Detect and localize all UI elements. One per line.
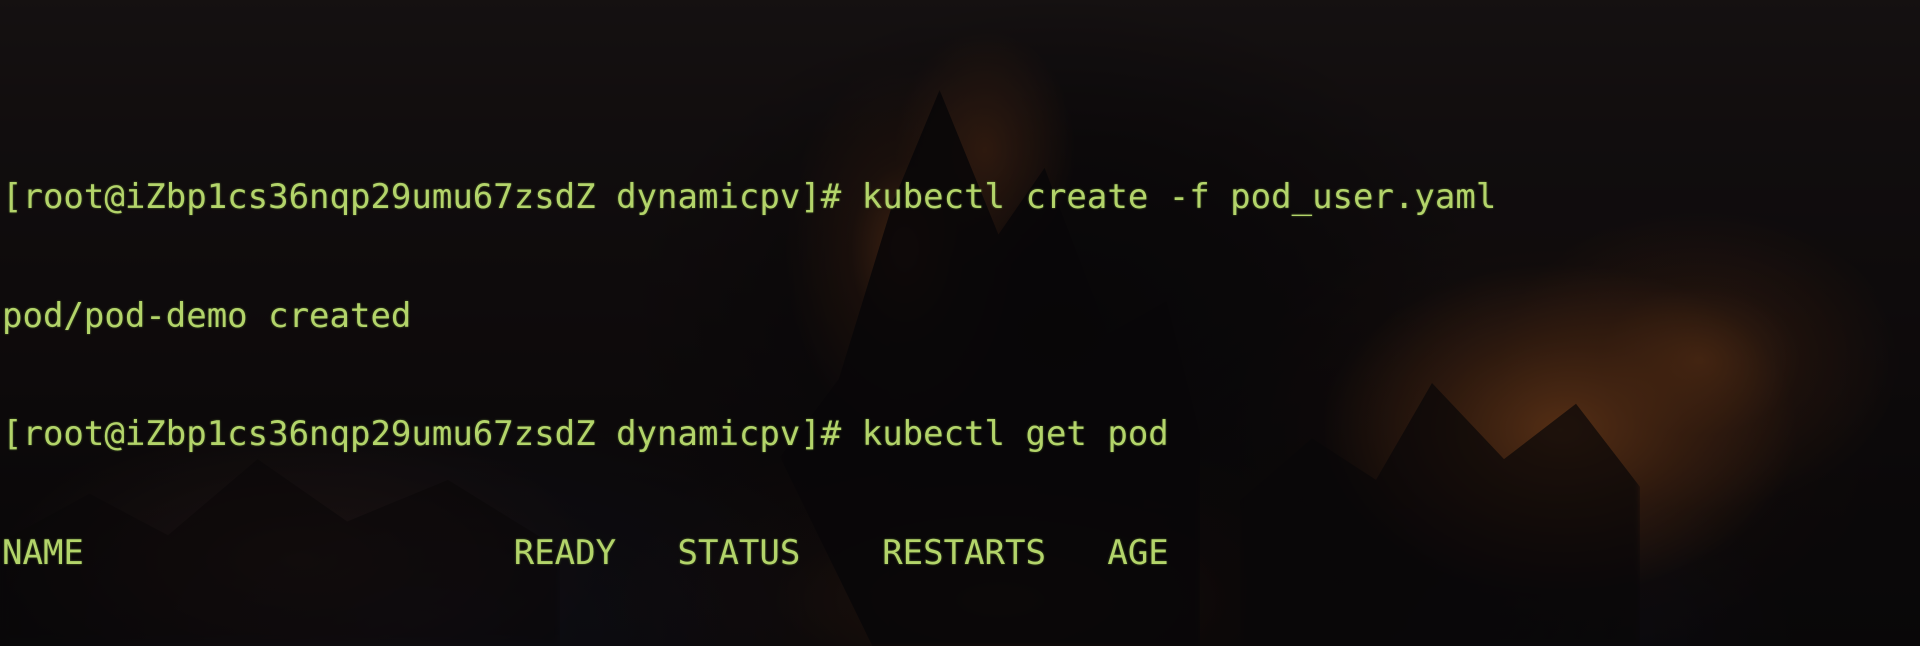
terminal-line-output: pod/pod-demo created	[2, 295, 412, 336]
terminal-line-partial-top	[0, 79, 1920, 99]
terminal-window[interactable]: [root@iZbp1cs36nqp29umu67zsdZ dynamicpv]…	[0, 0, 1920, 646]
terminal-table-header: NAME READY STATUS RESTARTS AGE	[2, 532, 1169, 573]
terminal-line-command: [root@iZbp1cs36nqp29umu67zsdZ dynamicpv]…	[2, 177, 1497, 217]
terminal-output-area[interactable]: [root@iZbp1cs36nqp29umu67zsdZ dynamicpv]…	[0, 0, 1920, 646]
terminal-line-command: [root@iZbp1cs36nqp29umu67zsdZ dynamicpv]…	[2, 414, 1169, 454]
